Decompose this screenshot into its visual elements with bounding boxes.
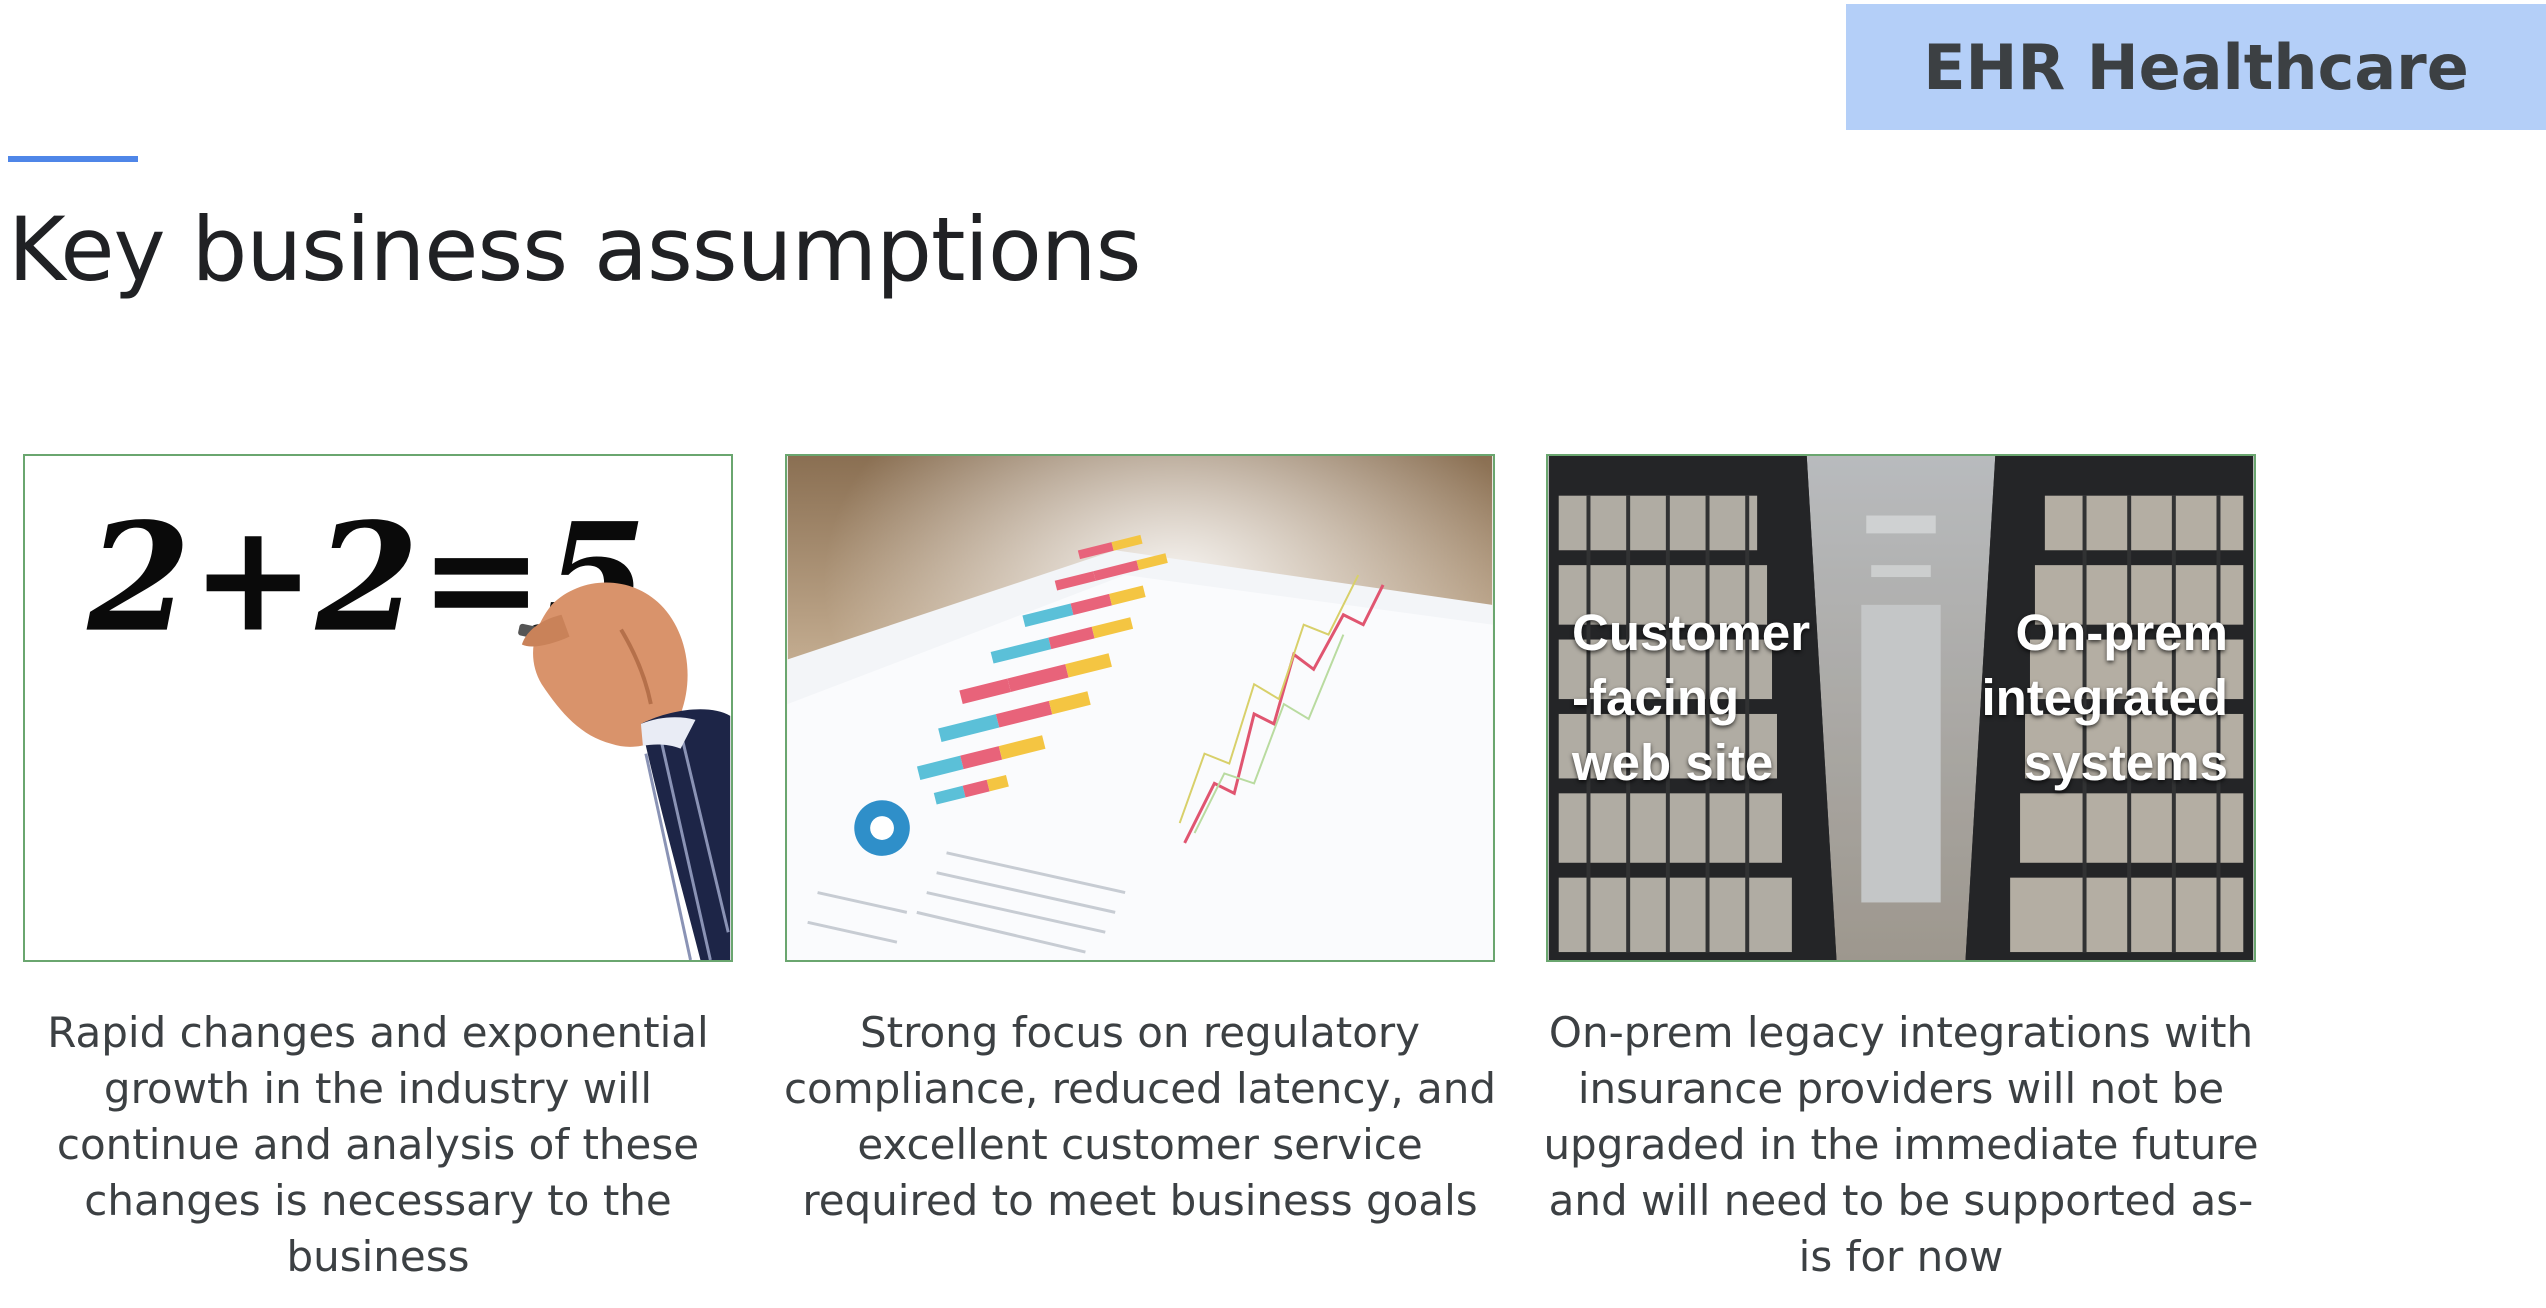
caption-compliance: Strong focus on regulatory compliance, r…: [783, 1008, 1497, 1225]
label-customer-facing-web-site: Customer -facing web site: [1572, 604, 1811, 791]
caption-growth: Rapid changes and exponential growth in …: [47, 1008, 709, 1281]
image-charts-paper: [785, 454, 1495, 962]
caption-legacy-integrations: On-prem legacy integrations with insuran…: [1543, 1008, 2259, 1281]
image-archive-aisle: Customer -facing web site On-prem integr…: [1546, 454, 2256, 962]
image-math-whiteboard: 2+2=5: [23, 454, 733, 962]
badge-text: EHR Healthcare: [1923, 30, 2469, 104]
slide-title: Key business assumptions: [8, 198, 1141, 301]
title-accent-line: [8, 156, 138, 162]
company-badge: EHR Healthcare: [1846, 4, 2546, 130]
label-on-prem-integrated-systems: On-prem integrated systems: [1981, 604, 2228, 791]
